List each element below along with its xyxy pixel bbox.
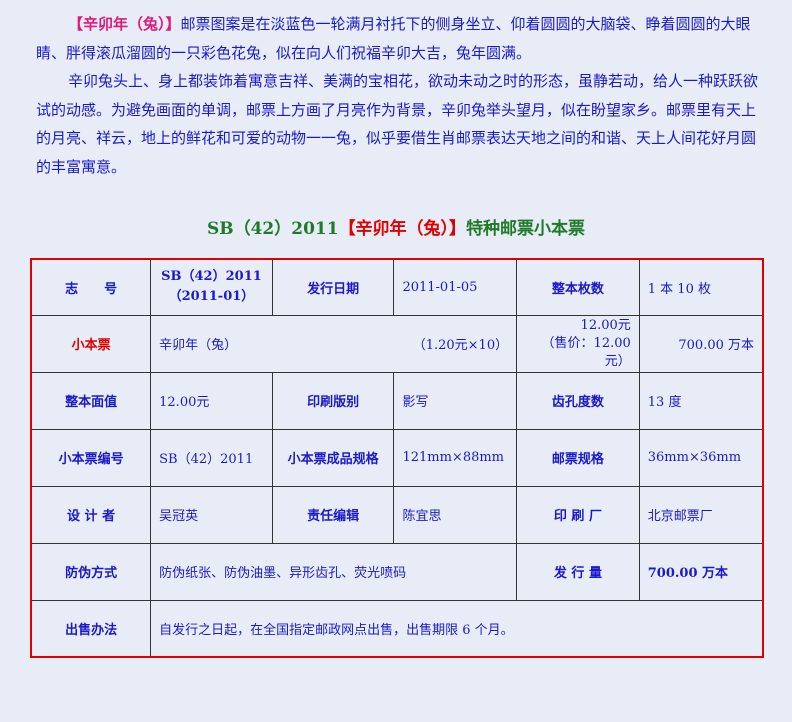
label-booklet-size: 小本票成品规格 xyxy=(271,428,395,487)
value-stamp-size: 36mm×36mm xyxy=(638,428,764,487)
value-editor: 陈宜思 xyxy=(393,485,518,544)
label-perforation: 齿孔度数 xyxy=(516,371,640,430)
value-face-value: 12.00元 xyxy=(150,371,273,430)
value-issue-date: 2011-01-05 xyxy=(393,258,518,316)
table-row: 整本面值 12.00元 印刷版别 影写 齿孔度数 13 度 xyxy=(30,371,764,430)
value-booklet-total: 12.00元 （售价：12.00元） xyxy=(516,314,640,373)
table-row: 小本票 辛卯年（兔） （1.20元×10） 12.00元 （售价：12.00元） … xyxy=(30,314,764,373)
booklet-sale-price: （售价：12.00元） xyxy=(541,335,631,369)
label-count: 整本枚数 xyxy=(516,258,640,316)
label-sale-method: 出售办法 xyxy=(30,599,152,658)
booklet-price: （1.20元×10） xyxy=(412,338,509,353)
value-booklet: 辛卯年（兔） （1.20元×10） xyxy=(150,314,518,373)
value-booklet-quantity: 700.00 万本 xyxy=(638,314,764,373)
value-designer: 吴冠英 xyxy=(150,485,273,544)
value-count: 1 本 10 枚 xyxy=(638,258,764,316)
value-booklet-number: SB（42）2011 xyxy=(150,428,273,487)
table-row: 出售办法 自发行之日起，在全国指定邮政网点出售，出售期限 6 个月。 xyxy=(30,599,764,658)
label-designer: 设 计 者 xyxy=(30,485,152,544)
value-serial: SB（42）2011 （2011-01） xyxy=(150,258,273,316)
label-anti-counterfeit: 防伪方式 xyxy=(30,542,152,601)
value-print-method: 影写 xyxy=(393,371,518,430)
title-suffix: 特种邮票小本票 xyxy=(466,219,586,239)
intro-paragraph-1: 【辛卯年（兔）】邮票图案是在淡蓝色一轮满月衬托下的侧身坐立、仰着圆圆的大脑袋、睁… xyxy=(36,10,760,67)
label-booklet: 小本票 xyxy=(30,314,152,373)
table-row: 防伪方式 防伪纸张、防伪油墨、异形齿孔、荧光喷码 发 行 量 700.00 万本 xyxy=(30,542,764,601)
serial-year: （2011-01） xyxy=(168,289,255,305)
table-row: 小本票编号 SB（42）2011 小本票成品规格 121mm×88mm 邮票规格… xyxy=(30,428,764,487)
booklet-face-value: 12.00元 xyxy=(580,317,631,333)
intro-text: 【辛卯年（兔）】邮票图案是在淡蓝色一轮满月衬托下的侧身坐立、仰着圆圆的大脑袋、睁… xyxy=(36,10,760,181)
serial-code: SB（42）2011 xyxy=(161,269,262,285)
label-issue-date: 发行日期 xyxy=(271,258,395,316)
intro-paragraph-2: 辛卯兔头上、身上都装饰着寓意吉祥、美满的宝相花，欲动未动之时的形态，虽静若动，给… xyxy=(36,72,759,176)
table-row: 设 计 者 吴冠英 责任编辑 陈宜思 印 刷 厂 北京邮票厂 xyxy=(30,485,764,544)
booklet-name: 辛卯年（兔） xyxy=(159,338,238,353)
value-circulation: 700.00 万本 xyxy=(638,542,764,601)
table-row: 志 号 SB（42）2011 （2011-01） 发行日期 2011-01-05 … xyxy=(30,258,764,316)
value-sale-method: 自发行之日起，在全国指定邮政网点出售，出售期限 6 个月。 xyxy=(150,599,764,658)
label-editor: 责任编辑 xyxy=(271,485,395,544)
value-perforation: 13 度 xyxy=(638,371,764,430)
title-name: 【辛卯年（兔）】 xyxy=(338,219,467,239)
value-anti-counterfeit: 防伪纸张、防伪油墨、异形齿孔、荧光喷码 xyxy=(150,542,518,601)
label-print-method: 印刷版别 xyxy=(271,371,395,430)
label-stamp-size: 邮票规格 xyxy=(516,428,640,487)
label-booklet-number: 小本票编号 xyxy=(30,428,152,487)
value-booklet-size: 121mm×88mm xyxy=(393,428,518,487)
stamp-info-table: 志 号 SB（42）2011 （2011-01） 发行日期 2011-01-05 … xyxy=(30,258,764,658)
page-title: SB（42）2011【辛卯年（兔）】特种邮票小本票 xyxy=(0,214,792,239)
label-printer: 印 刷 厂 xyxy=(516,485,640,544)
value-printer: 北京邮票厂 xyxy=(638,485,764,544)
label-serial: 志 号 xyxy=(30,258,152,316)
title-prefix: SB（42）2011 xyxy=(206,219,339,239)
label-face-value: 整本面值 xyxy=(30,371,152,430)
stamp-name-highlight: 【辛卯年（兔）】 xyxy=(68,15,181,33)
label-circulation: 发 行 量 xyxy=(516,542,640,601)
